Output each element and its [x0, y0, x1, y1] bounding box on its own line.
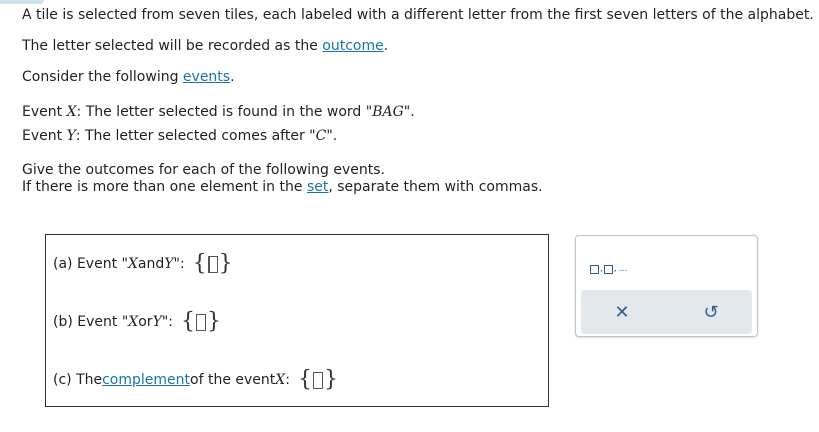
- answer-b-or: or: [138, 314, 153, 330]
- event-y-letter: C: [315, 128, 327, 144]
- event-y-end: ".: [326, 128, 338, 144]
- close-brace: }: [206, 309, 221, 334]
- outcome-text: The letter selected will be recorded as …: [22, 38, 323, 54]
- outcome-sentence: The letter selected will be recorded as …: [22, 37, 388, 55]
- close-brace: }: [218, 251, 233, 276]
- event-y-definition: Event Y: The letter selected comes after…: [22, 127, 337, 145]
- complement-link[interactable]: complement: [102, 370, 190, 390]
- answer-c-slot[interactable]: [312, 371, 323, 389]
- clear-button[interactable]: ✕: [608, 298, 636, 326]
- problem-line-1: A tile is selected from seven tiles, eac…: [22, 7, 814, 23]
- event-y-text: : The letter selected comes after ": [75, 128, 316, 144]
- corner-tab: [0, 0, 44, 4]
- answer-c-set-input[interactable]: {}: [298, 369, 338, 391]
- answer-row-b: (b) Event " X or Y ": {}: [53, 311, 221, 333]
- math-toolbox: ,,... ✕ ↺: [575, 235, 758, 337]
- answer-b-end: ":: [161, 314, 173, 330]
- instruction-text-2: If there is more than one element in the: [22, 179, 307, 195]
- comma-glyph: ,: [600, 264, 603, 274]
- undo-icon: ↺: [703, 301, 719, 323]
- instruction-text-1: Give the outcomes for each of the follow…: [22, 162, 385, 178]
- event-y-var: Y: [66, 128, 76, 144]
- set-link[interactable]: set: [307, 179, 328, 195]
- answer-b-var-y: Y: [152, 314, 162, 330]
- answer-row-a: (a) Event " X and Y ": {}: [53, 253, 233, 275]
- ellipsis-glyph: ...: [618, 264, 628, 274]
- answer-c-end: :: [285, 372, 290, 388]
- events-link[interactable]: events: [183, 69, 230, 85]
- answer-c-text: of the event: [190, 372, 276, 388]
- outcome-period: .: [383, 38, 389, 54]
- open-brace: {: [192, 251, 207, 276]
- undo-button[interactable]: ↺: [697, 298, 725, 326]
- answer-row-c: (c) The complement of the event X: {}: [53, 369, 338, 391]
- answer-a-label: (a) Event ": [53, 256, 128, 272]
- instruction-line-2: If there is more than one element in the…: [22, 178, 543, 196]
- answer-b-set-input[interactable]: {}: [181, 311, 221, 333]
- answer-box: (a) Event " X and Y ": {} (b) Event " X or …: [45, 234, 549, 407]
- answer-b-slot[interactable]: [195, 313, 206, 331]
- comma-glyph: ,: [613, 264, 617, 274]
- answer-a-var-y: Y: [164, 256, 174, 272]
- event-x-text: : The letter selected is found in the wo…: [76, 104, 373, 120]
- answer-a-end: ":: [173, 256, 185, 272]
- open-brace: {: [180, 309, 195, 334]
- event-x-definition: Event X: The letter selected is found in…: [22, 103, 415, 121]
- answer-a-slot[interactable]: [207, 255, 218, 273]
- answer-a-var-x: X: [127, 256, 138, 272]
- event-y-prefix: Event: [22, 128, 67, 144]
- set-template-button[interactable]: ,,...: [590, 254, 634, 274]
- answer-a-and: and: [137, 256, 165, 272]
- event-x-prefix: Event: [22, 104, 67, 120]
- events-sentence: Consider the following events.: [22, 68, 235, 86]
- toolbox-action-bar: ✕ ↺: [581, 290, 752, 334]
- instruction-text-2-end: , separate them with commas.: [328, 179, 543, 195]
- outcome-link[interactable]: outcome: [322, 38, 383, 54]
- problem-statement: A tile is selected from seven tiles, eac…: [22, 6, 814, 24]
- event-x-end: ".: [403, 104, 415, 120]
- events-text: Consider the following: [22, 69, 183, 85]
- answer-a-set-input[interactable]: {}: [193, 253, 233, 275]
- answer-b-var-x: X: [128, 314, 139, 330]
- instruction-line-1: Give the outcomes for each of the follow…: [22, 161, 385, 179]
- slot-box-icon: [603, 265, 613, 274]
- event-x-var: X: [66, 104, 77, 120]
- answer-b-label: (b) Event ": [53, 314, 129, 330]
- event-x-word: BAG: [372, 104, 404, 120]
- close-icon: ✕: [614, 301, 630, 323]
- page: A tile is selected from seven tiles, eac…: [0, 0, 819, 432]
- answer-c-var-x: X: [275, 372, 286, 388]
- slot-box-icon: [590, 265, 599, 274]
- close-brace: }: [323, 367, 338, 392]
- answer-c-label: (c) The: [53, 372, 103, 388]
- events-period: .: [230, 69, 235, 85]
- open-brace: {: [297, 367, 312, 392]
